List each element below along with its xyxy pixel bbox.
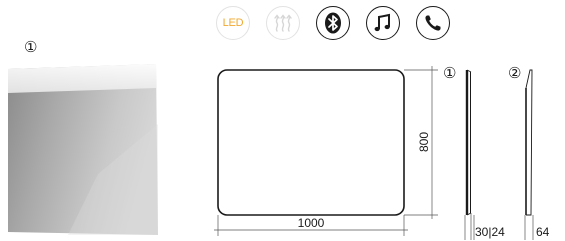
technical-drawing: 1000 800 30|24 64 bbox=[214, 66, 550, 240]
depth-a-dimension bbox=[464, 213, 475, 240]
height-label: 800 bbox=[417, 132, 431, 152]
width-label: 1000 bbox=[298, 216, 325, 230]
side-view-a bbox=[465, 69, 472, 216]
mirror-front-view bbox=[217, 69, 405, 216]
side-a-marker: ① bbox=[443, 65, 457, 82]
depth-a-label: 30|24 bbox=[475, 225, 505, 239]
depth-b-dimension bbox=[524, 215, 534, 240]
side-b-marker: ② bbox=[508, 65, 522, 82]
side-view-b bbox=[525, 69, 533, 216]
depth-b-label: 64 bbox=[536, 225, 550, 239]
